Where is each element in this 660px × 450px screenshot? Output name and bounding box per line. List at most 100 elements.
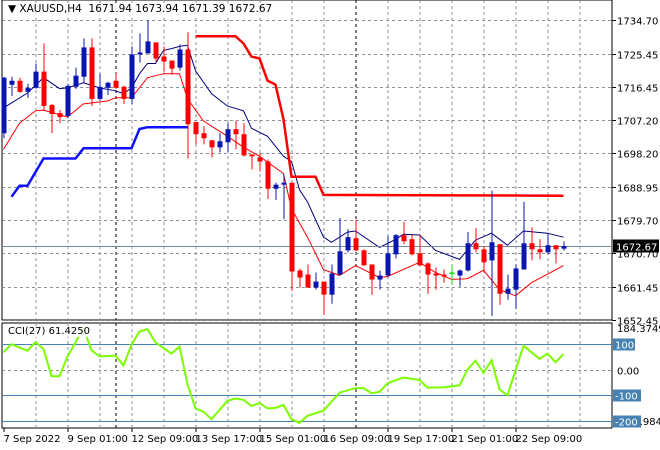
candle-body: [217, 141, 223, 148]
candle-body: [313, 281, 319, 288]
candle-body: [241, 134, 247, 156]
candle-body: [345, 237, 351, 251]
cci-level-label: -200: [615, 418, 638, 429]
candle-body: [513, 268, 519, 290]
last-price-label: 1672.67: [616, 243, 657, 254]
candle-body: [25, 87, 31, 92]
candle-body: [49, 104, 55, 115]
candle-body: [553, 245, 559, 250]
candle-body: [265, 161, 271, 189]
candle-body: [169, 60, 175, 69]
time-tick-label: 15 Sep 01:00: [260, 434, 327, 445]
candle-body: [225, 129, 231, 143]
price-tick-label: 1716.45: [617, 84, 658, 95]
candle-body: [401, 235, 407, 242]
price-tick-label: 1679.70: [617, 217, 658, 228]
symbol-label: XAUUSD,H4: [19, 3, 82, 15]
candle-body: [537, 249, 543, 253]
candle-body: [273, 184, 279, 189]
time-tick-label: 19 Sep 17:00: [388, 434, 455, 445]
candle-body: [41, 71, 47, 106]
candle-body: [505, 288, 511, 294]
candle-body: [481, 249, 487, 263]
cci-level-label: 100: [615, 341, 634, 352]
time-tick-label: 22 Sep 09:00: [516, 434, 583, 445]
candle-body: [417, 253, 423, 266]
candle-body: [329, 273, 335, 295]
candle-body: [441, 274, 447, 277]
ohlc-readout: 1671.94 1673.94 1671.39 1672.67: [88, 3, 273, 15]
time-tick-label: 12 Sep 09:00: [132, 434, 199, 445]
candle-body: [161, 56, 167, 62]
triangle-down-icon[interactable]: ▼: [8, 3, 19, 15]
candle-body: [321, 281, 327, 295]
candle-body: [449, 272, 455, 274]
price-tick-label: 1698.20: [617, 150, 658, 161]
candle-body: [457, 270, 463, 276]
candle-body: [529, 243, 535, 250]
candle-body: [17, 80, 23, 92]
time-tick-label: 16 Sep 09:00: [324, 434, 391, 445]
candle-body: [105, 82, 111, 88]
candle-body: [249, 154, 255, 157]
time-tick-label: 21 Sep 01:00: [452, 434, 519, 445]
candle-body: [177, 49, 183, 68]
price-tick-label: 1734.70: [617, 17, 658, 28]
candle-body: [393, 235, 399, 255]
candle-body: [65, 85, 71, 117]
price-tick-label: 1707.20: [617, 117, 658, 128]
candle-body: [369, 264, 375, 280]
candle-body: [409, 239, 415, 255]
candle-body: [33, 71, 39, 88]
time-tick-label: 7 Sep 2022: [4, 434, 61, 445]
candle-body: [473, 243, 479, 250]
candle-body: [337, 251, 343, 275]
candle-body: [145, 41, 151, 54]
candle-body: [81, 47, 87, 77]
cci-level-label: -100: [615, 392, 638, 403]
candle-body: [233, 129, 239, 135]
candle-body: [297, 270, 303, 278]
candle-body: [257, 157, 263, 162]
candle-body: [425, 263, 431, 275]
candle-body: [361, 250, 367, 266]
candle-body: [73, 75, 79, 87]
candle-body: [129, 54, 135, 99]
chart-canvas[interactable]: 1734.70 1725.45 1716.45 1707.20 1698.20 1688.…: [0, 0, 660, 450]
price-tick-label: 1661.45: [617, 284, 658, 295]
candle-body: [97, 86, 103, 99]
cci-pane: [1, 322, 613, 429]
candle-body: [137, 52, 143, 55]
candle-body: [209, 140, 215, 148]
candle-body: [521, 243, 527, 270]
candle-body: [433, 273, 439, 276]
cci-label: CCI(27) 61.4250: [6, 326, 92, 337]
candle-body: [289, 182, 295, 272]
candle-body: [305, 274, 311, 288]
candle-body: [201, 133, 207, 139]
candle-body: [561, 246, 567, 249]
candle-body: [9, 80, 15, 85]
candle-body: [465, 243, 471, 271]
candle-body: [1, 77, 7, 134]
time-tick-label: 9 Sep 01:00: [68, 434, 128, 445]
candle-body: [489, 242, 495, 261]
candle-body: [281, 182, 287, 185]
price-tick-label: 1688.95: [617, 184, 658, 195]
candle-body: [57, 113, 63, 118]
candle-body: [121, 86, 127, 99]
chart-header: ▼ XAUUSD,H4 1671.94 1673.94 1671.39 1672…: [6, 3, 275, 15]
candle-body: [89, 47, 95, 99]
candle-body: [497, 244, 503, 294]
candle-body: [385, 253, 391, 276]
candle-body: [193, 122, 199, 135]
cci-zero-label: 0.00: [617, 367, 639, 378]
candle-body: [113, 80, 119, 88]
candle-body: [377, 275, 383, 280]
price-tick-label: 1725.45: [617, 51, 658, 62]
time-tick-label: 13 Sep 17:00: [196, 434, 263, 445]
cci-top-label: 184.3749: [617, 324, 660, 335]
candle-body: [545, 245, 551, 253]
candle-body: [353, 238, 359, 251]
candle-body: [185, 49, 191, 125]
